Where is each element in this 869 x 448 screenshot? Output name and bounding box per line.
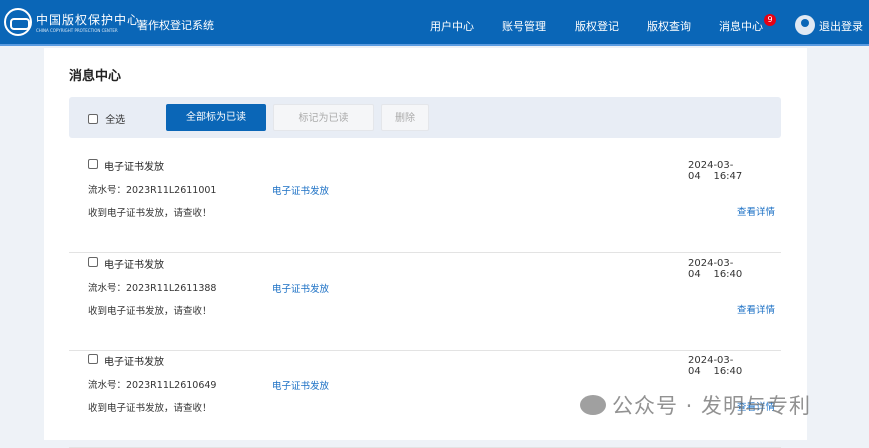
message-body: 收到电子证书发放，请查收！ bbox=[88, 208, 212, 219]
nav-message-center[interactable]: 消息中心 bbox=[719, 18, 763, 34]
select-all[interactable]: 全选 bbox=[88, 111, 125, 126]
message-datetime: 2024-03-04 16:47 bbox=[688, 160, 781, 182]
logo-icon[interactable] bbox=[4, 8, 32, 36]
view-details-link[interactable]: 查看详情 bbox=[737, 302, 775, 316]
nav-account[interactable]: 账号管理 bbox=[502, 18, 546, 34]
page-title: 消息中心 bbox=[69, 69, 122, 84]
message-checkbox[interactable] bbox=[88, 257, 98, 267]
top-header: 中国版权保护中心 CHINA COPYRIGHT PROTECTION CENT… bbox=[0, 0, 869, 46]
message-type-link[interactable]: 电子证书发放 bbox=[272, 183, 329, 197]
logo-text: 中国版权保护中心 bbox=[36, 13, 141, 27]
logout-link[interactable]: 退出登录 bbox=[819, 18, 863, 34]
avatar[interactable] bbox=[795, 15, 815, 35]
message-checkbox[interactable] bbox=[88, 354, 98, 364]
toolbar: 全选 全部标为已读 标记为已读 删除 bbox=[69, 97, 781, 138]
message-datetime: 2024-03-04 16:40 bbox=[688, 258, 781, 280]
serial-number: 流水号：2023R11L2610649 bbox=[88, 380, 217, 391]
nav-copyright-query[interactable]: 版权查询 bbox=[647, 18, 691, 34]
message-body: 收到电子证书发放，请查收！ bbox=[88, 403, 212, 414]
message-title: 电子证书发放 bbox=[104, 260, 164, 271]
nav-copyright-register[interactable]: 版权登记 bbox=[575, 18, 619, 34]
nav-user-center[interactable]: 用户中心 bbox=[430, 18, 474, 34]
watermark: 公众号 · 发明与专利 bbox=[580, 390, 811, 420]
message-type-link[interactable]: 电子证书发放 bbox=[272, 378, 329, 392]
wechat-icon bbox=[580, 395, 606, 415]
message-checkbox[interactable] bbox=[88, 159, 98, 169]
watermark-text: 公众号 · 发明与专利 bbox=[612, 394, 812, 418]
message-title: 电子证书发放 bbox=[104, 357, 164, 368]
view-details-link[interactable]: 查看详情 bbox=[737, 204, 775, 218]
message-item: 电子证书发放 流水号：2023R11L2611388 电子证书发放 收到电子证书… bbox=[69, 254, 781, 351]
mark-read-button[interactable]: 标记为已读 bbox=[273, 104, 374, 131]
serial-number: 流水号：2023R11L2611001 bbox=[88, 185, 217, 196]
message-type-link[interactable]: 电子证书发放 bbox=[272, 281, 329, 295]
mark-all-read-button[interactable]: 全部标为已读 bbox=[166, 104, 266, 131]
system-name: 著作权登记系统 bbox=[137, 19, 214, 32]
select-all-checkbox[interactable] bbox=[88, 113, 98, 124]
message-title: 电子证书发放 bbox=[104, 162, 164, 173]
message-item: 电子证书发放 流水号：2023R11L2611001 电子证书发放 收到电子证书… bbox=[69, 156, 781, 253]
unread-badge: 9 bbox=[764, 14, 776, 26]
logo-subtitle: CHINA COPYRIGHT PROTECTION CENTER bbox=[36, 28, 118, 33]
message-time: 16:47 bbox=[713, 171, 743, 182]
select-all-label: 全选 bbox=[105, 115, 126, 126]
serial-number: 流水号：2023R11L2611388 bbox=[88, 283, 217, 294]
message-time: 16:40 bbox=[713, 269, 743, 280]
delete-button[interactable]: 删除 bbox=[381, 104, 429, 131]
message-body: 收到电子证书发放，请查收！ bbox=[88, 306, 212, 317]
message-datetime: 2024-03-04 16:40 bbox=[688, 355, 781, 377]
message-time: 16:40 bbox=[713, 366, 743, 377]
